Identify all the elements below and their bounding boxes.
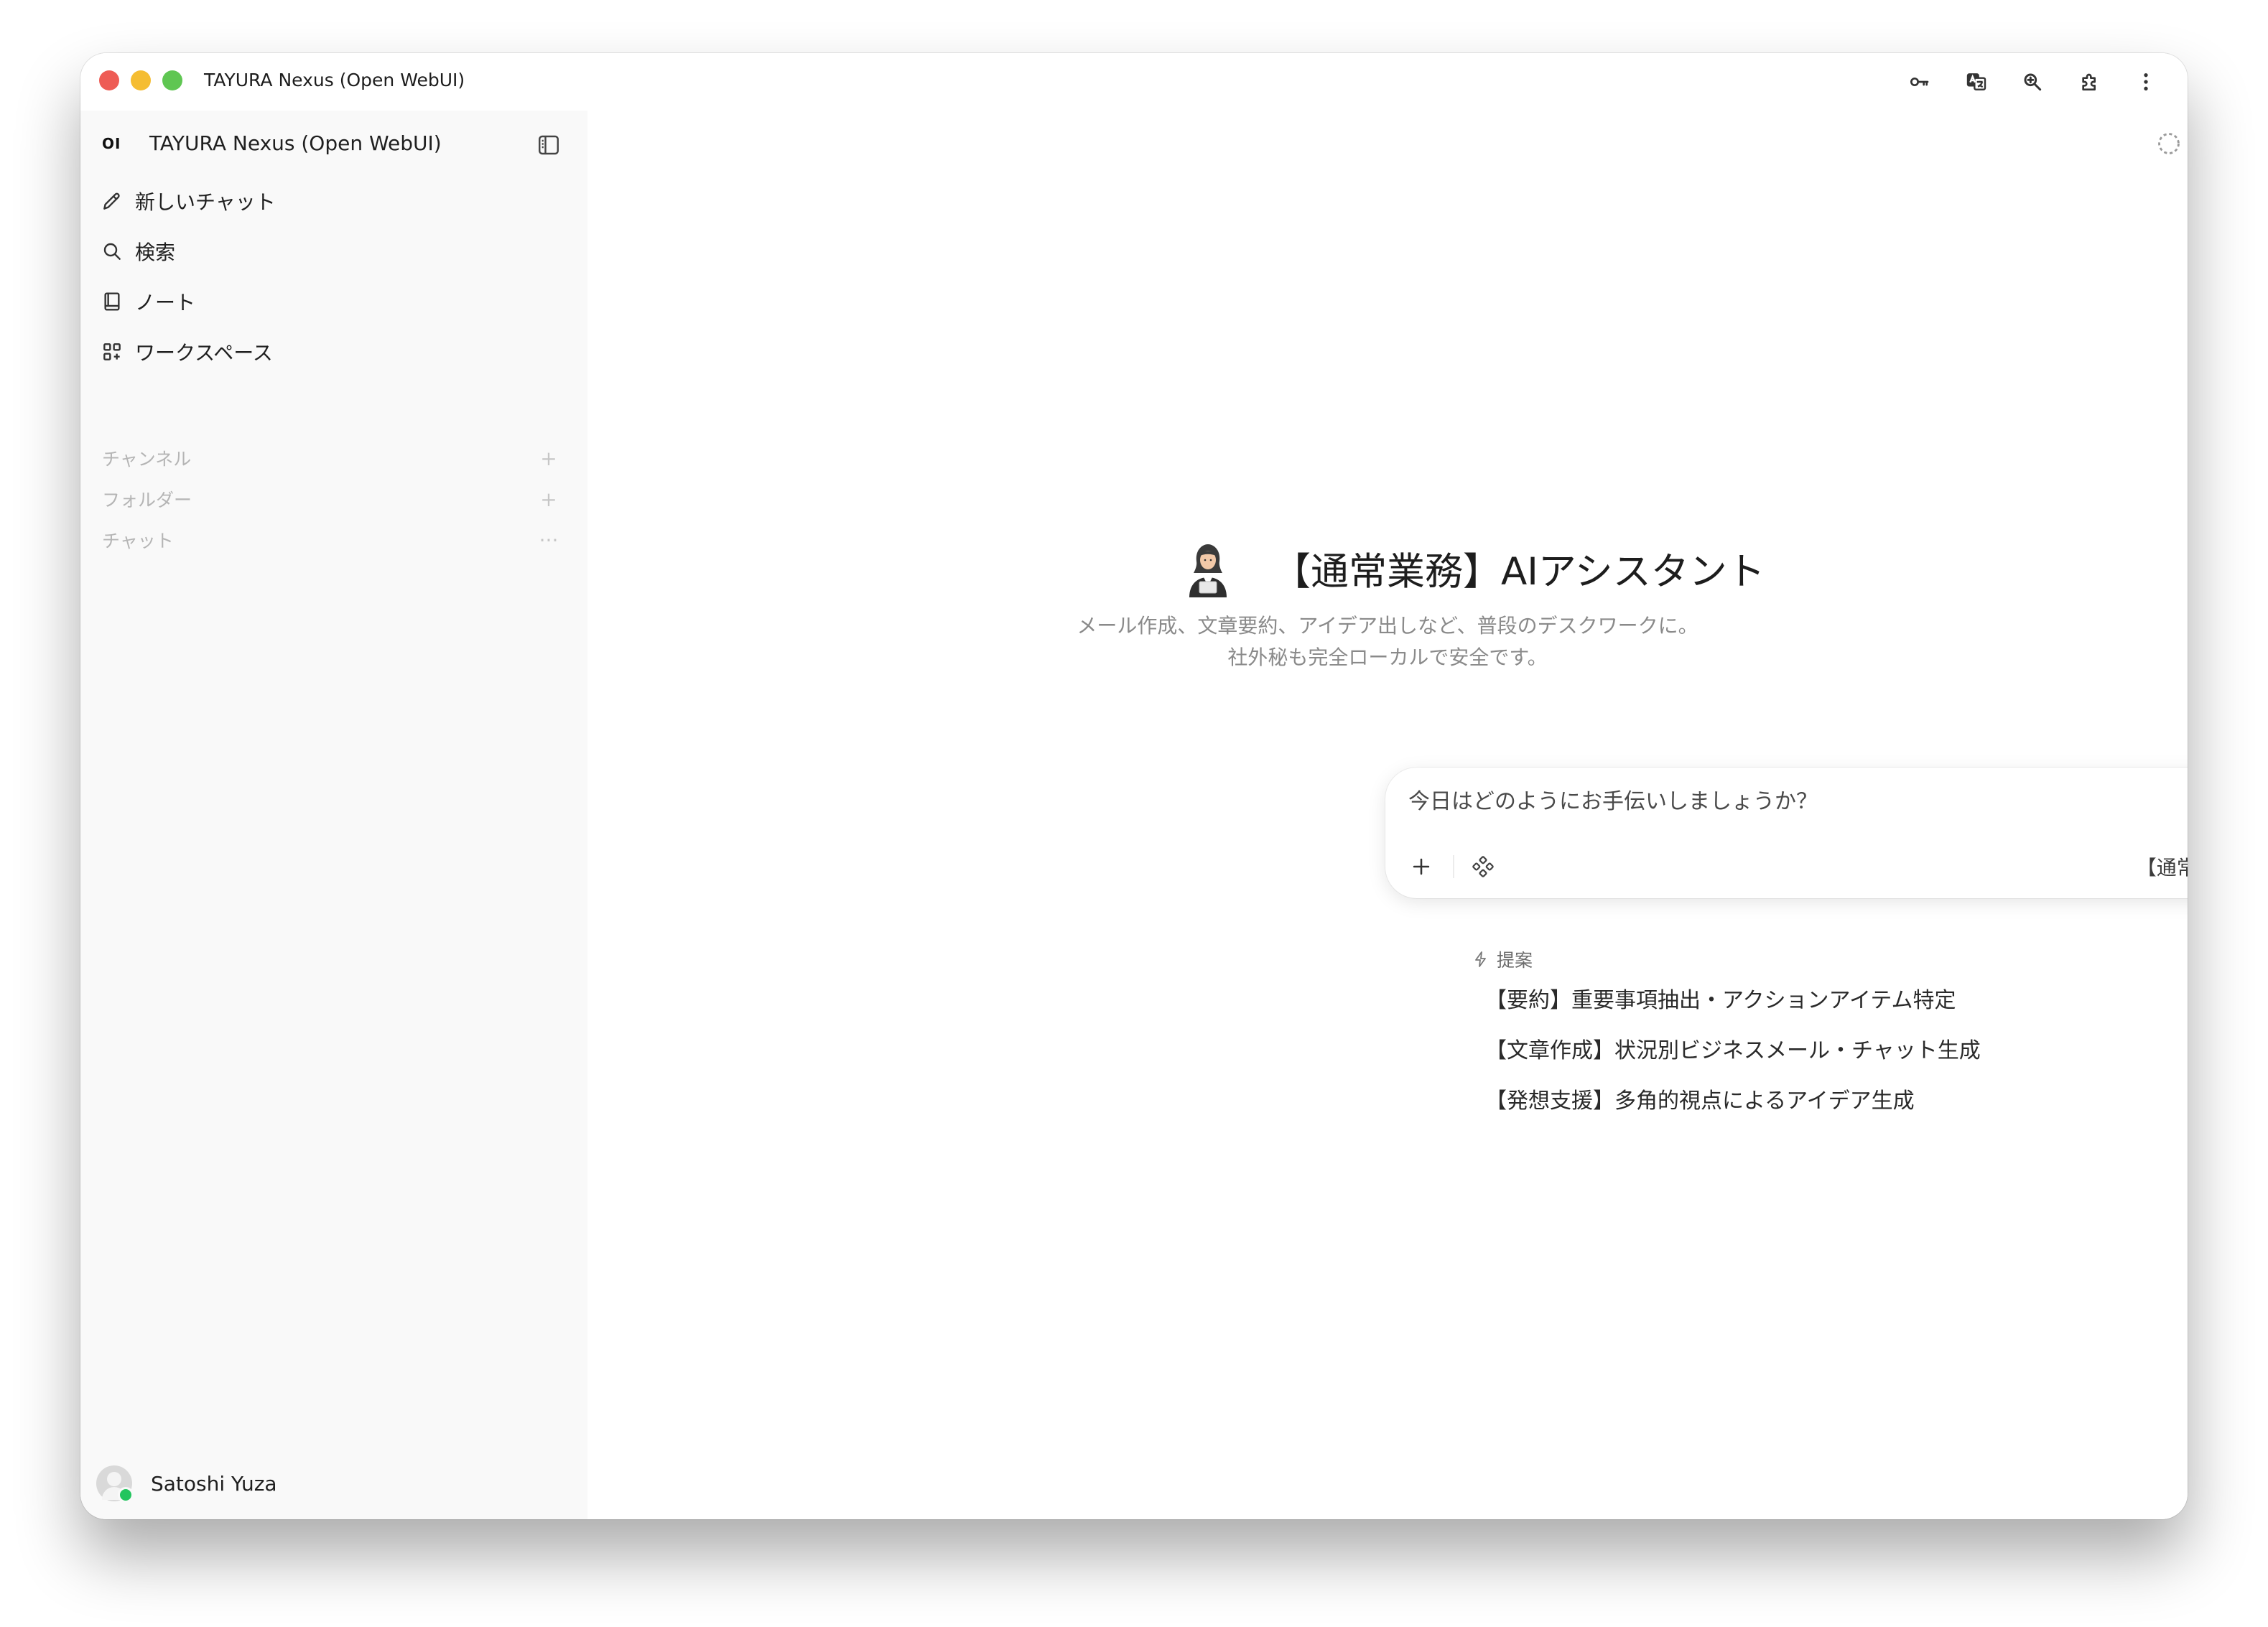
user-menu[interactable]: Satoshi Yuza <box>96 1462 277 1505</box>
section-chats[interactable]: チャット ··· <box>102 524 562 556</box>
section-label: チャンネル <box>102 449 192 470</box>
assistant-avatar-icon <box>1189 544 1227 597</box>
sidebar-app-name[interactable]: TAYURA Nexus (Open WebUI) <box>149 129 442 158</box>
add-attachment-button[interactable] <box>1404 849 1439 884</box>
app-window: TAYURA Nexus (Open WebUI) OI TAYURA Nexu… <box>80 53 2188 1519</box>
section-label: チャット <box>102 531 174 551</box>
minimize-window-button[interactable] <box>131 70 151 90</box>
suggestion-item[interactable]: 【文章作成】状況別ビジネスメール・チャット生成 <box>1485 1032 1981 1064</box>
close-window-button[interactable] <box>99 70 119 90</box>
model-description-line2: 社外秘も完全ローカルで安全です。 <box>1227 645 1548 669</box>
section-folders[interactable]: フォルダー + <box>102 483 562 515</box>
sidebar-item-workspace[interactable]: ワークスペース <box>98 330 557 374</box>
main-content: 【通常業務】AIアシスタント メール作成、文章要約、アイデア出しなど、普段のデス… <box>587 111 2188 1519</box>
sidebar-toggle-icon[interactable] <box>536 132 562 158</box>
suggestions-heading-label: 提案 <box>1497 950 1533 971</box>
chats-more-button[interactable]: ··· <box>536 528 562 552</box>
window-title: TAYURA Nexus (Open WebUI) <box>204 70 465 90</box>
more-vertical-icon[interactable] <box>2132 67 2160 96</box>
section-label: フォルダー <box>102 490 192 511</box>
app-logo[interactable]: OI <box>102 135 121 152</box>
composer-divider <box>1453 855 1454 878</box>
extensions-icon[interactable] <box>2076 67 2104 96</box>
model-hero: 【通常業務】AIアシスタント メール作成、文章要約、アイデア出しなど、普段のデス… <box>587 540 2188 669</box>
avatar[interactable] <box>96 1465 134 1503</box>
integrations-button[interactable] <box>1466 849 1500 884</box>
notebook-icon <box>99 289 125 314</box>
model-title: 【通常業務】AIアシスタント <box>1273 550 1765 594</box>
sidebar-item-search[interactable]: 検索 <box>98 229 557 274</box>
lightning-icon <box>1475 951 1486 967</box>
suggestions-heading: 提案 <box>1472 946 1533 972</box>
key-icon[interactable] <box>1905 67 1933 96</box>
sidebar-item-new-chat[interactable]: 新しいチャット <box>98 179 557 223</box>
zoom-icon[interactable] <box>2018 67 2047 96</box>
search-icon <box>99 238 125 264</box>
add-folder-button[interactable]: + <box>536 488 562 511</box>
model-description-line1: メール作成、文章要約、アイデア出しなど、普段のデスクワークに。 <box>1077 614 1698 638</box>
grid-icon <box>99 339 125 365</box>
user-name: Satoshi Yuza <box>151 1471 277 1496</box>
online-status-indicator <box>118 1487 134 1503</box>
section-channels[interactable]: チャンネル + <box>102 442 562 474</box>
integrations-icon <box>1472 856 1494 877</box>
message-input[interactable] <box>1408 789 2188 814</box>
temporary-chat-icon[interactable] <box>2153 128 2185 159</box>
sidebar-item-label: 検索 <box>135 241 176 264</box>
sidebar-item-label: ワークスペース <box>135 341 273 365</box>
add-channel-button[interactable]: + <box>536 447 562 470</box>
plus-icon <box>1413 858 1430 875</box>
suggestion-item[interactable]: 【発想支援】多角的視点によるアイデア生成 <box>1485 1083 1915 1114</box>
sidebar-item-label: 新しいチャット <box>135 190 276 214</box>
sidebar: OI TAYURA Nexus (Open WebUI) 新しいチャット 検索 … <box>80 111 587 1519</box>
maximize-window-button[interactable] <box>162 70 182 90</box>
model-selector-label: 【通常業務】AIアシスタント <box>2136 856 2188 880</box>
translate-icon[interactable] <box>1962 67 1991 96</box>
suggestion-item[interactable]: 【要約】重要事項抽出・アクションアイテム特定 <box>1485 982 1956 1014</box>
pencil-icon <box>99 188 125 214</box>
model-selector[interactable]: 【通常業務】AIアシスタント <box>2137 847 2188 887</box>
window-titlebar: TAYURA Nexus (Open WebUI) <box>80 53 2188 111</box>
sidebar-item-notes[interactable]: ノート <box>98 279 557 324</box>
message-composer: 【通常業務】AIアシスタント <box>1385 768 2188 898</box>
sidebar-item-label: ノート <box>135 291 196 314</box>
